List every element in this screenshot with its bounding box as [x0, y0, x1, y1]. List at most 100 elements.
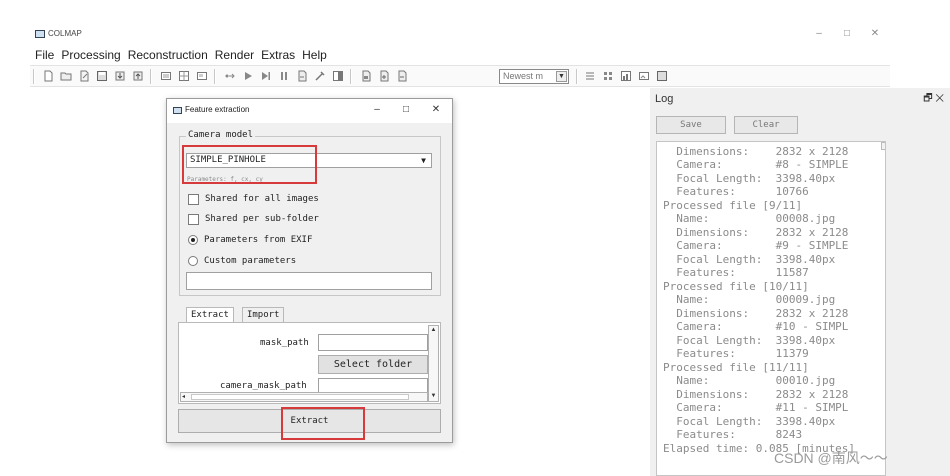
scroll-left-icon[interactable]: ◂ [182, 393, 185, 401]
model-viewer-icon[interactable] [656, 70, 668, 82]
custom-params-label: Custom parameters [204, 256, 297, 266]
custom-params-input[interactable] [186, 272, 432, 290]
log-scrollbar[interactable] [881, 142, 885, 150]
tab-import[interactable]: Import [241, 307, 285, 323]
log-line: Features: 11587 [663, 266, 809, 279]
log-text-area[interactable]: Dimensions: 2832 x 2128 Camera: #8 - SIM… [656, 141, 886, 476]
shared-per-subfolder-checkbox[interactable] [188, 213, 199, 225]
new-project-icon[interactable] [42, 70, 54, 82]
shared-per-subfolder-option[interactable]: Shared per sub-folder [188, 212, 319, 226]
toolbar-separator [214, 69, 216, 84]
dialog-titlebar: Feature extraction – □ ✕ [167, 99, 452, 123]
close-button[interactable]: ✕ [861, 26, 889, 42]
render-options-icon[interactable] [360, 70, 372, 82]
shared-all-images-option[interactable]: Shared for all images [188, 192, 319, 206]
pause-reconstruction-icon[interactable] [278, 70, 290, 82]
toolbar-separator [150, 69, 152, 84]
highlight-extract-button [281, 407, 365, 440]
toolbar-separator [33, 69, 35, 84]
log-line: Dimensions: 2832 x 2128 [663, 226, 849, 239]
shared-all-images-label: Shared for all images [205, 194, 319, 204]
dialog-close-button[interactable]: ✕ [426, 103, 446, 117]
log-line: Dimensions: 2832 x 2128 [663, 388, 849, 401]
log-line: Focal Length: 3398.40px [663, 253, 836, 266]
menu-help[interactable]: Help [302, 46, 332, 64]
zoom-in-icon[interactable] [378, 70, 390, 82]
highlight-camera-model [182, 145, 317, 184]
log-clear-button[interactable]: Clear [734, 116, 798, 134]
dialog-minimize-button[interactable]: – [367, 103, 387, 117]
model-selector-combo[interactable]: Newest m ▼ [499, 69, 569, 84]
params-from-exif-label: Parameters from EXIF [204, 235, 313, 245]
select-folder-button[interactable]: Select folder [318, 355, 428, 374]
menu-render[interactable]: Render [215, 46, 259, 64]
extraction-tabs: Extract Import [186, 307, 292, 323]
shared-all-images-checkbox[interactable] [188, 193, 199, 205]
window-controls: – □ ✕ [805, 26, 889, 42]
minimize-button[interactable]: – [805, 26, 833, 42]
log-save-button[interactable]: Save [656, 116, 726, 134]
colmap-app-icon [173, 107, 182, 114]
bundle-adjustment-icon[interactable] [314, 70, 326, 82]
log-line: Processed file [9/11] [663, 199, 803, 212]
dense-reconstruction-icon[interactable] [332, 70, 344, 82]
maximize-button[interactable]: □ [833, 26, 861, 42]
custom-params-radio[interactable] [188, 256, 198, 266]
tab-panel-horizontal-scrollbar[interactable]: ◂ [180, 392, 428, 402]
menu-extras[interactable]: Extras [261, 46, 300, 64]
log-line: Focal Length: 3398.40px [663, 334, 836, 347]
open-project-icon[interactable] [60, 70, 72, 82]
chevron-down-icon[interactable]: ▼ [418, 155, 429, 166]
log-line: Processed file [11/11] [663, 361, 809, 374]
mask-path-label: mask_path [260, 338, 309, 348]
log-line: Features: 11379 [663, 347, 809, 360]
import-icon[interactable] [114, 70, 126, 82]
log-line: Name: 00009.jpg [663, 293, 836, 306]
log-line: Camera: #11 - SIMPL [663, 401, 849, 414]
scrollbar-thumb[interactable] [191, 394, 409, 400]
reconstruction-stats-icon[interactable] [620, 70, 632, 82]
mask-path-input[interactable] [318, 334, 428, 351]
log-line: Camera: #8 - SIMPLE [663, 158, 849, 171]
log-line: Dimensions: 2832 x 2128 [663, 145, 849, 158]
log-line: Focal Length: 3398.40px [663, 172, 836, 185]
start-reconstruction-icon[interactable] [242, 70, 254, 82]
dialog-maximize-button[interactable]: □ [396, 103, 416, 117]
log-icon[interactable] [584, 70, 596, 82]
dialog-title: Feature extraction [185, 105, 250, 114]
log-line: Focal Length: 3398.40px [663, 415, 836, 428]
save-project-icon[interactable] [96, 70, 108, 82]
scroll-down-icon[interactable]: ▼ [429, 392, 438, 401]
tab-panel-vertical-scrollbar[interactable]: ▲ ▼ [428, 325, 439, 402]
params-from-exif-radio[interactable] [188, 235, 198, 245]
scroll-up-icon[interactable]: ▲ [429, 326, 438, 335]
params-from-exif-option[interactable]: Parameters from EXIF [188, 233, 312, 247]
app-title: COLMAP [48, 29, 82, 38]
log-panel: Log 🗗 ✕ Save Clear Dimensions: 2832 x 21… [650, 88, 950, 476]
log-line: Features: 10766 [663, 185, 809, 198]
tab-extract[interactable]: Extract [186, 307, 234, 323]
export-icon[interactable] [132, 70, 144, 82]
menu-processing[interactable]: Processing [61, 46, 125, 64]
reset-reconstruction-icon[interactable] [296, 70, 308, 82]
match-matrix-icon[interactable] [602, 70, 614, 82]
menu-file[interactable]: File [35, 46, 59, 64]
log-panel-title: Log [655, 93, 674, 105]
custom-params-option[interactable]: Custom parameters [188, 254, 296, 268]
step-reconstruction-icon[interactable] [260, 70, 272, 82]
camera-model-group-label: Camera model [186, 130, 256, 140]
menu-reconstruction[interactable]: Reconstruction [128, 46, 213, 64]
feature-extraction-icon[interactable] [160, 70, 172, 82]
feature-matching-icon[interactable] [178, 70, 190, 82]
main-titlebar: COLMAP – □ ✕ [0, 26, 890, 44]
main-toolbar: Newest m ▼ [30, 65, 890, 87]
automatic-reconstruction-icon[interactable] [224, 70, 236, 82]
edit-project-icon[interactable] [78, 70, 90, 82]
camera-mask-path-label: camera_mask_path [220, 381, 307, 391]
log-panel-dock-controls[interactable]: 🗗 ✕ [923, 91, 944, 108]
log-line: Name: 00008.jpg [663, 212, 836, 225]
zoom-out-icon[interactable] [396, 70, 408, 82]
database-icon[interactable] [196, 70, 208, 82]
grab-image-icon[interactable] [638, 70, 650, 82]
chevron-down-icon[interactable]: ▼ [556, 71, 567, 82]
